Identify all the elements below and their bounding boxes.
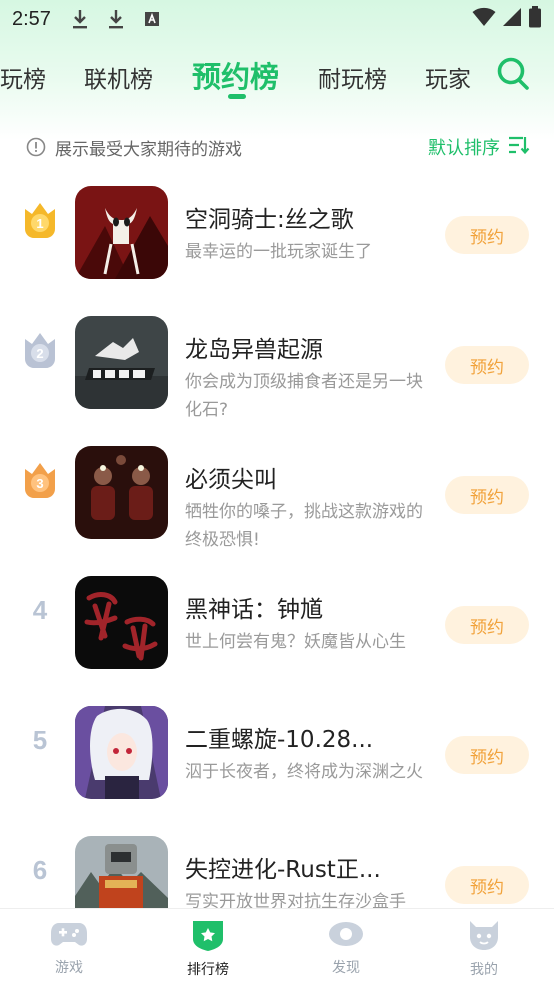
game-description: 最幸运的一批玩家诞生了	[185, 242, 372, 262]
game-title[interactable]: 空洞骑士:丝之歌	[185, 200, 354, 234]
game-thumbnail[interactable]	[75, 706, 168, 799]
rank-badge: 5	[22, 722, 58, 758]
reserve-button[interactable]: 预约	[445, 866, 529, 904]
tab-durable[interactable]: 耐玩榜	[318, 60, 387, 94]
rank-badge: 6	[22, 852, 58, 888]
eye-icon	[328, 919, 364, 953]
game-thumbnail[interactable]	[75, 316, 168, 409]
reserve-button[interactable]: 预约	[445, 346, 529, 384]
game-description: 世上何尝有鬼？妖魔皆从心生	[185, 632, 406, 652]
nav-label: 游戏	[55, 960, 83, 976]
sort-button[interactable]: 默认排序	[428, 134, 530, 160]
nav-label: 排行榜	[187, 962, 229, 978]
rank-number: 5	[32, 724, 48, 755]
bottom-navigation: 游戏 排行榜 发现 我的	[0, 908, 554, 984]
rank-badge: 4	[22, 592, 58, 628]
tab-player[interactable]: 玩家	[425, 60, 471, 94]
list-item[interactable]: 1 空洞骑士:丝之歌 最幸运的一批玩家诞生了 预约	[0, 172, 554, 292]
download-icon	[105, 8, 127, 30]
game-title[interactable]: 必须尖叫	[185, 460, 277, 494]
list-item[interactable]: 3 必须尖叫 牺牲你的嗓子，挑战这款游戏的终极恐惧! 预约	[0, 432, 554, 552]
search-button[interactable]	[496, 56, 530, 92]
tab-fun[interactable]: 玩榜	[0, 60, 46, 94]
rank-number: 6	[32, 854, 48, 885]
game-title[interactable]: 二重螺旋-10.28...	[185, 720, 373, 754]
sort-icon	[508, 135, 530, 160]
game-title[interactable]: 黑神话：钟馗	[185, 590, 323, 624]
game-thumbnail[interactable]	[75, 446, 168, 539]
app-a-icon	[141, 8, 163, 30]
status-bar: 2:57	[0, 0, 554, 38]
nav-profile[interactable]: 我的	[444, 919, 524, 979]
game-title[interactable]: 失控进化-Rust正...	[185, 850, 381, 884]
game-thumbnail[interactable]	[75, 576, 168, 669]
info-icon	[26, 137, 46, 157]
wifi-icon	[472, 7, 496, 32]
signal-icon	[502, 7, 522, 32]
rank-number: 2	[36, 346, 43, 361]
rank-badge-bronze: 3	[22, 462, 58, 498]
nav-discover[interactable]: 发现	[306, 919, 386, 977]
gamepad-icon	[51, 919, 87, 953]
ranking-icon	[190, 919, 226, 955]
reserve-button[interactable]: 预约	[445, 476, 529, 514]
tab-online[interactable]: 联机榜	[84, 60, 153, 94]
search-icon	[496, 57, 530, 96]
reserve-button[interactable]: 预约	[445, 606, 529, 644]
profile-icon	[466, 919, 502, 955]
game-description: 牺牲你的嗓子，挑战这款游戏的终极恐惧!	[185, 502, 423, 550]
tab-reservation[interactable]: 预约榜	[192, 54, 279, 96]
reserve-button[interactable]: 预约	[445, 216, 529, 254]
rank-number: 1	[36, 216, 43, 231]
rank-badge-silver: 2	[22, 332, 58, 368]
hint-text: 展示最受大家期待的游戏	[55, 139, 242, 160]
nav-games[interactable]: 游戏	[29, 919, 109, 977]
reserve-button[interactable]: 预约	[445, 736, 529, 774]
ranking-tabs: 玩榜 联机榜 预约榜 耐玩榜 玩家	[0, 46, 554, 106]
list-item[interactable]: 5 二重螺旋-10.28... 泅于长夜者，终将成为深渊之火 预约	[0, 692, 554, 812]
sort-label: 默认排序	[428, 138, 500, 159]
list-item[interactable]: 2 龙岛异兽起源 你会成为顶级捕食者还是另一块化石? 预约	[0, 302, 554, 422]
hint-row: 展示最受大家期待的游戏 默认排序	[26, 132, 530, 162]
nav-label: 我的	[470, 962, 498, 978]
list-item[interactable]: 4 黑神话：钟馗 世上何尝有鬼？妖魔皆从心生 预约	[0, 562, 554, 682]
download-icon	[69, 8, 91, 30]
game-description: 你会成为顶级捕食者还是另一块化石?	[185, 372, 423, 420]
game-description: 泅于长夜者，终将成为深渊之火	[185, 762, 423, 782]
active-tab-indicator	[228, 94, 246, 99]
game-title[interactable]: 龙岛异兽起源	[185, 330, 323, 364]
game-thumbnail[interactable]	[75, 186, 168, 279]
nav-ranking[interactable]: 排行榜	[168, 919, 248, 979]
rank-badge-gold: 1	[22, 202, 58, 238]
battery-icon	[528, 5, 542, 33]
nav-label: 发现	[332, 960, 360, 976]
rank-number: 4	[32, 594, 48, 625]
rank-number: 3	[36, 476, 43, 491]
status-time: 2:57	[12, 7, 51, 30]
